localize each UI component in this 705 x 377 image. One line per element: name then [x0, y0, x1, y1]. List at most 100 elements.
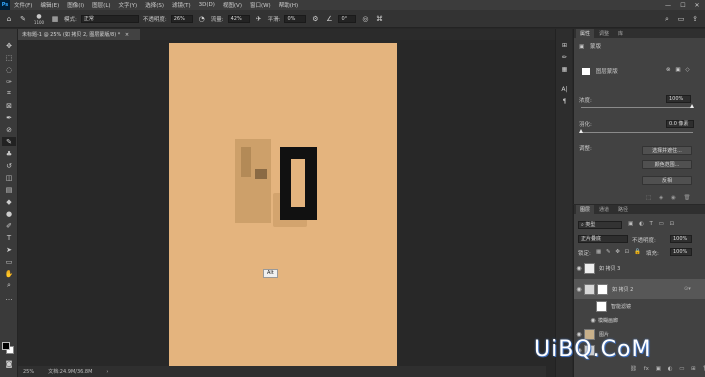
menu-filter[interactable]: 滤镜(T) [168, 1, 195, 9]
eyedropper-tool-icon[interactable]: ✒ [2, 113, 16, 122]
density-slider-knob[interactable] [690, 104, 694, 108]
lasso-tool-icon[interactable]: ◌ [2, 65, 16, 74]
rectangle-tool-icon[interactable]: ▭ [2, 257, 16, 266]
layer-opacity-value[interactable]: 100% [670, 235, 692, 243]
menu-window[interactable]: 窗口(W) [246, 1, 275, 9]
feather-slider-knob[interactable] [579, 129, 583, 133]
group-icon[interactable]: ▭ [679, 366, 684, 372]
character-panel-icon[interactable]: A| [559, 85, 570, 94]
airbrush-icon[interactable]: ✈ [254, 14, 264, 24]
share-icon[interactable]: ⇪ [690, 14, 700, 24]
home-icon[interactable]: ⌂ [4, 14, 14, 24]
history-brush-tool-icon[interactable]: ↺ [2, 161, 16, 170]
workspace-icon[interactable]: ▭ [676, 14, 686, 24]
apply-mask-icon[interactable]: ◈ [659, 195, 663, 201]
document-tab[interactable]: 未标题-1 @ 25% (如 拷贝 2, 图层蒙版/8) * × [18, 29, 140, 40]
add-style-icon[interactable]: fx [644, 366, 649, 372]
visibility-eye-icon[interactable]: ◉ [574, 286, 584, 293]
path-select-tool-icon[interactable]: ➤ [2, 245, 16, 254]
filter-shape-icon[interactable]: ▭ [659, 221, 664, 227]
layer-mask-thumbnail[interactable] [597, 283, 608, 295]
zoom-level[interactable]: 25% [23, 369, 34, 375]
pressure-size-icon[interactable]: ◎ [360, 14, 370, 24]
menu-help[interactable]: 帮助(H) [275, 1, 302, 9]
visibility-eye-icon[interactable]: ◉ [574, 265, 584, 272]
invert-button[interactable]: 反相 [642, 176, 692, 185]
more-tools-icon[interactable]: … [2, 293, 16, 302]
color-range-button[interactable]: 颜色范围... [642, 160, 692, 169]
menu-file[interactable]: 文件(F) [10, 1, 36, 9]
paragraph-panel-icon[interactable]: ¶ [559, 97, 570, 106]
type-tool-icon[interactable]: T [2, 233, 16, 242]
menu-type[interactable]: 文字(Y) [115, 1, 142, 9]
pressure-opacity-icon[interactable]: ◔ [197, 14, 207, 24]
menu-view[interactable]: 视图(V) [219, 1, 246, 9]
canvas-area[interactable]: Alt [18, 40, 546, 366]
gradient-tool-icon[interactable]: ▤ [2, 185, 16, 194]
brush-preset-picker[interactable]: ● 1100 [32, 13, 46, 25]
smoothing-options-gear-icon[interactable]: ⚙ [310, 14, 320, 24]
symmetry-icon[interactable]: ⌘ [374, 14, 384, 24]
layer-filter-kind[interactable]: ⌕ 类型 [578, 221, 622, 229]
add-pixel-mask-icon[interactable]: ▣ [675, 67, 680, 73]
crop-tool-icon[interactable]: ⌗ [2, 89, 16, 98]
healing-brush-tool-icon[interactable]: ⊘ [2, 125, 16, 134]
quick-select-tool-icon[interactable]: ✑ [2, 77, 16, 86]
frame-tool-icon[interactable]: ⊠ [2, 101, 16, 110]
tab-adjustments[interactable]: 调整 [595, 29, 613, 38]
angle-field[interactable]: 0° [338, 14, 357, 23]
lock-artboard-icon[interactable]: ⊡ [625, 249, 630, 255]
pen-tool-icon[interactable]: ✐ [2, 221, 16, 230]
tab-paths[interactable]: 路径 [614, 205, 632, 214]
blend-mode-select[interactable]: 正片叠底 [578, 235, 628, 243]
filter-smart-icon[interactable]: ⊡ [670, 221, 675, 227]
hand-tool-icon[interactable]: ✋ [2, 269, 16, 278]
opacity-field[interactable]: 26% [170, 14, 193, 23]
delete-mask-icon[interactable]: 🗑 [684, 195, 691, 201]
filter-adjust-icon[interactable]: ◐ [639, 221, 644, 227]
density-value[interactable]: 100% [666, 95, 691, 103]
search-icon[interactable]: ⌕ [662, 14, 672, 24]
clone-stamp-tool-icon[interactable]: ♣ [2, 149, 16, 158]
minimize-button[interactable]: — [661, 0, 675, 10]
mode-select[interactable]: 正常 [80, 14, 139, 23]
eraser-tool-icon[interactable]: ◫ [2, 173, 16, 182]
brush-tool-active-icon[interactable]: ✎ [2, 137, 16, 146]
tab-layers[interactable]: 图层 [576, 205, 595, 214]
layer-mask-thumb[interactable] [582, 68, 590, 75]
foreground-color-swatch[interactable] [2, 342, 10, 350]
marquee-tool-icon[interactable]: ⬚ [2, 53, 16, 62]
add-mask-icon[interactable]: ▣ [656, 366, 661, 372]
tab-properties[interactable]: 属性 [576, 29, 595, 38]
brush-settings-icon[interactable]: ▦ [50, 14, 60, 24]
link-layers-icon[interactable]: ⛓ [630, 366, 637, 372]
status-menu-arrow-icon[interactable]: › [106, 369, 108, 375]
menu-layer[interactable]: 图层(L) [88, 1, 114, 9]
artboard[interactable]: Alt [169, 43, 397, 366]
blur-tool-icon[interactable]: ◆ [2, 197, 16, 206]
density-slider[interactable] [581, 107, 693, 108]
maximize-button[interactable]: ☐ [676, 0, 690, 10]
menu-3d[interactable]: 3D(D) [195, 2, 219, 8]
feather-slider[interactable] [581, 132, 693, 133]
brushes-panel-icon[interactable]: ✏ [559, 53, 570, 62]
flow-field[interactable]: 42% [227, 14, 250, 23]
tab-libraries[interactable]: 库 [614, 29, 627, 38]
filter-pixel-icon[interactable]: ▣ [628, 221, 633, 227]
select-pixel-mask-icon[interactable]: ⊗ [666, 67, 671, 73]
swatches-panel-icon[interactable]: ▦ [559, 65, 570, 74]
load-selection-icon[interactable]: ⬚ [646, 195, 651, 201]
close-tab-icon[interactable]: × [125, 32, 129, 38]
menu-image[interactable]: 图像(I) [63, 1, 88, 9]
toggle-mask-visibility-icon[interactable]: ◉ [671, 195, 676, 201]
feather-value[interactable]: 0.0 像素 [666, 120, 694, 128]
layer-row[interactable]: ◉ 如 拷贝 3 [574, 261, 705, 276]
smart-filter-fx-icon[interactable]: ⊙▾ [684, 286, 691, 292]
lock-all-icon[interactable]: 🔒 [634, 249, 641, 255]
layer-row[interactable]: ◉ 模糊画廊 [574, 313, 705, 328]
smooth-field[interactable]: 0% [284, 14, 307, 23]
select-and-mask-button[interactable]: 选择并遮住... [642, 146, 692, 155]
close-window-button[interactable]: ✕ [690, 0, 704, 10]
layer-row[interactable]: 智能滤镜 [574, 299, 705, 314]
quick-mask-icon[interactable]: ◙ [2, 359, 16, 368]
